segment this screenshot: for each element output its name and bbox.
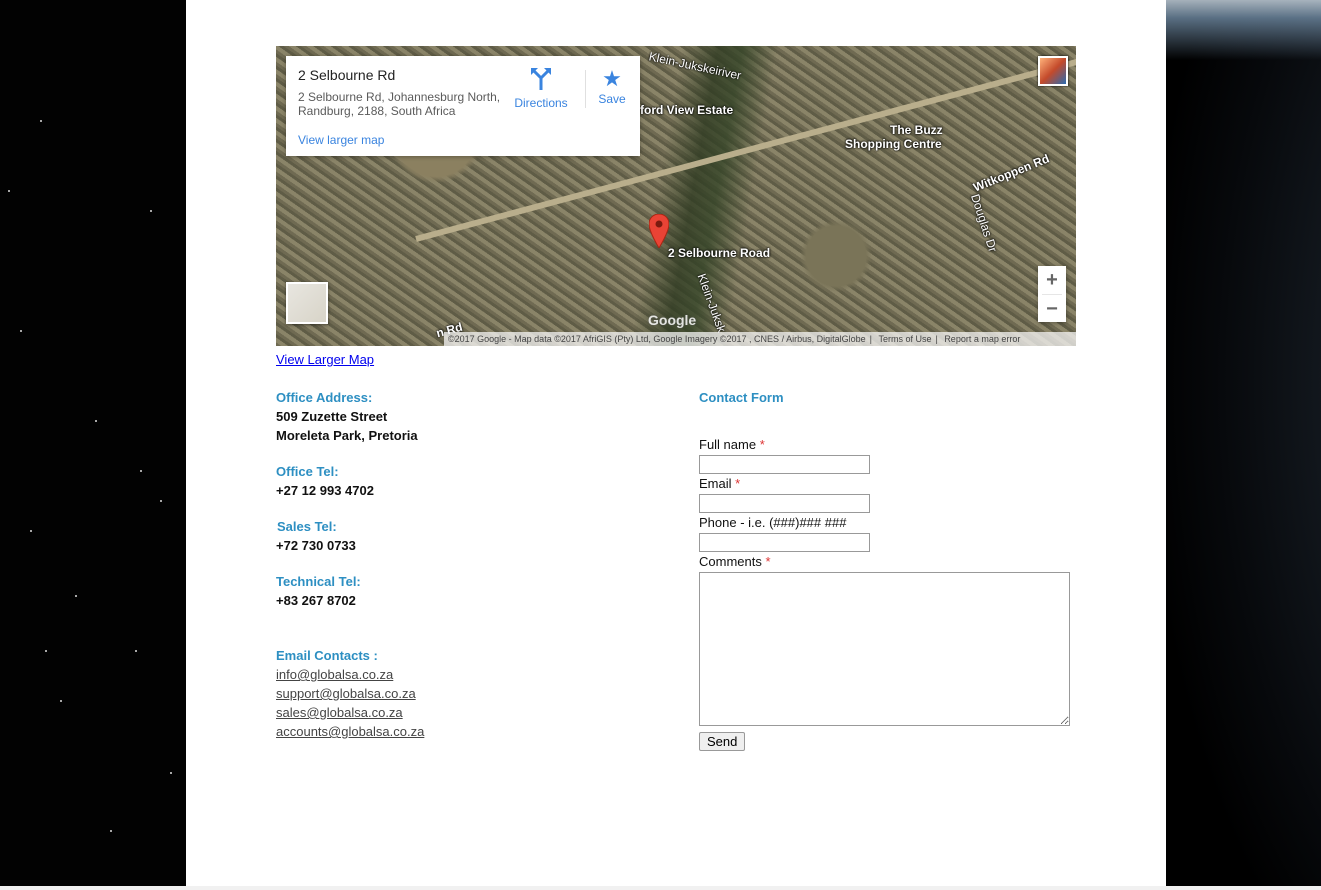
map-label-witkoppen: Witkoppen Rd xyxy=(971,151,1052,195)
email-link-accounts[interactable]: accounts@globalsa.co.za xyxy=(276,722,656,741)
phone-label: Phone - i.e. (###)### ### xyxy=(699,515,847,530)
contact-form-heading: Contact Form xyxy=(699,390,784,405)
map-info-card: 2 Selbourne Rd 2 Selbourne Rd, Johannesb… xyxy=(286,56,640,156)
sales-tel: +72 730 0733 xyxy=(276,538,356,553)
phone-input[interactable] xyxy=(699,533,870,552)
map-label-douglas: Douglas Dr xyxy=(968,192,1000,254)
footer-divider xyxy=(0,886,1321,890)
email-link-info[interactable]: info@globalsa.co.za xyxy=(276,665,656,684)
zoom-out-button[interactable]: − xyxy=(1038,295,1066,323)
map-layer-toggle[interactable] xyxy=(286,282,328,324)
embedded-map[interactable]: Klein-Jukskeiriver ford View Estate The … xyxy=(276,46,1076,346)
office-tel-heading: Office Tel: xyxy=(276,464,339,479)
email-link-sales[interactable]: sales@globalsa.co.za xyxy=(276,703,656,722)
technical-tel: +83 267 8702 xyxy=(276,593,356,608)
office-address-heading: Office Address: xyxy=(276,390,373,405)
send-button[interactable]: Send xyxy=(699,732,746,751)
technical-tel-heading: Technical Tel: xyxy=(276,574,361,589)
directions-icon xyxy=(508,66,574,96)
star-icon: ★ xyxy=(602,66,622,91)
space-background-left xyxy=(0,0,186,890)
email-contacts-heading: Email Contacts : xyxy=(276,648,378,663)
user-avatar[interactable] xyxy=(1038,56,1068,86)
map-attribution: ©2017 Google - Map data ©2017 AfriGIS (P… xyxy=(444,332,1076,346)
comments-textarea[interactable] xyxy=(699,572,1070,726)
save-button[interactable]: ★ Save xyxy=(591,66,633,106)
office-tel: +27 12 993 4702 xyxy=(276,483,374,498)
email-list: info@globalsa.co.za support@globalsa.co.… xyxy=(276,665,656,741)
email-link-support[interactable]: support@globalsa.co.za xyxy=(276,684,656,703)
terms-of-use-link[interactable]: Terms of Use xyxy=(878,334,931,344)
content-page: Klein-Jukskeiriver ford View Estate The … xyxy=(186,0,1166,886)
comments-label: Comments * xyxy=(699,554,771,569)
full-name-label: Full name * xyxy=(699,437,765,452)
zoom-in-button[interactable]: + xyxy=(1038,266,1066,294)
required-marker: * xyxy=(735,476,741,491)
sales-tel-heading: Sales Tel: xyxy=(277,519,337,534)
map-label-mall-line2: Shopping Centre xyxy=(845,137,942,151)
required-marker: * xyxy=(759,437,765,452)
google-logo: Google xyxy=(648,312,697,328)
view-larger-map-link[interactable]: View larger map xyxy=(298,133,384,147)
contact-info: Office Address: 509 Zuzette Street Morel… xyxy=(276,390,656,741)
directions-label: Directions xyxy=(514,96,568,110)
zoom-controls: + − xyxy=(1038,266,1066,322)
map-label-estate: ford View Estate xyxy=(640,103,734,117)
email-label: Email * xyxy=(699,476,741,491)
full-name-input[interactable] xyxy=(699,455,870,474)
space-background-right xyxy=(1166,0,1321,890)
place-address: 2 Selbourne Rd, Johannesburg North, Rand… xyxy=(298,90,501,118)
office-address-line2: Moreleta Park, Pretoria xyxy=(276,428,418,443)
directions-button[interactable]: Directions xyxy=(508,66,574,110)
attribution-text: ©2017 Google - Map data ©2017 AfriGIS (P… xyxy=(448,334,866,344)
view-larger-map-page-link[interactable]: View Larger Map xyxy=(276,352,374,367)
map-marker-label: 2 Selbourne Road xyxy=(668,246,771,260)
map-marker-pin-icon[interactable] xyxy=(649,214,669,248)
save-label: Save xyxy=(598,92,626,106)
report-map-error-link[interactable]: Report a map error xyxy=(944,334,1020,344)
map-label-mall-line1: The Buzz xyxy=(890,123,943,137)
place-title: 2 Selbourne Rd xyxy=(298,67,396,83)
contact-form: Contact Form Full name * Email * Phone -… xyxy=(699,390,1079,751)
required-marker: * xyxy=(765,554,771,569)
office-address-line1: 509 Zuzette Street xyxy=(276,409,388,424)
email-input[interactable] xyxy=(699,494,870,513)
